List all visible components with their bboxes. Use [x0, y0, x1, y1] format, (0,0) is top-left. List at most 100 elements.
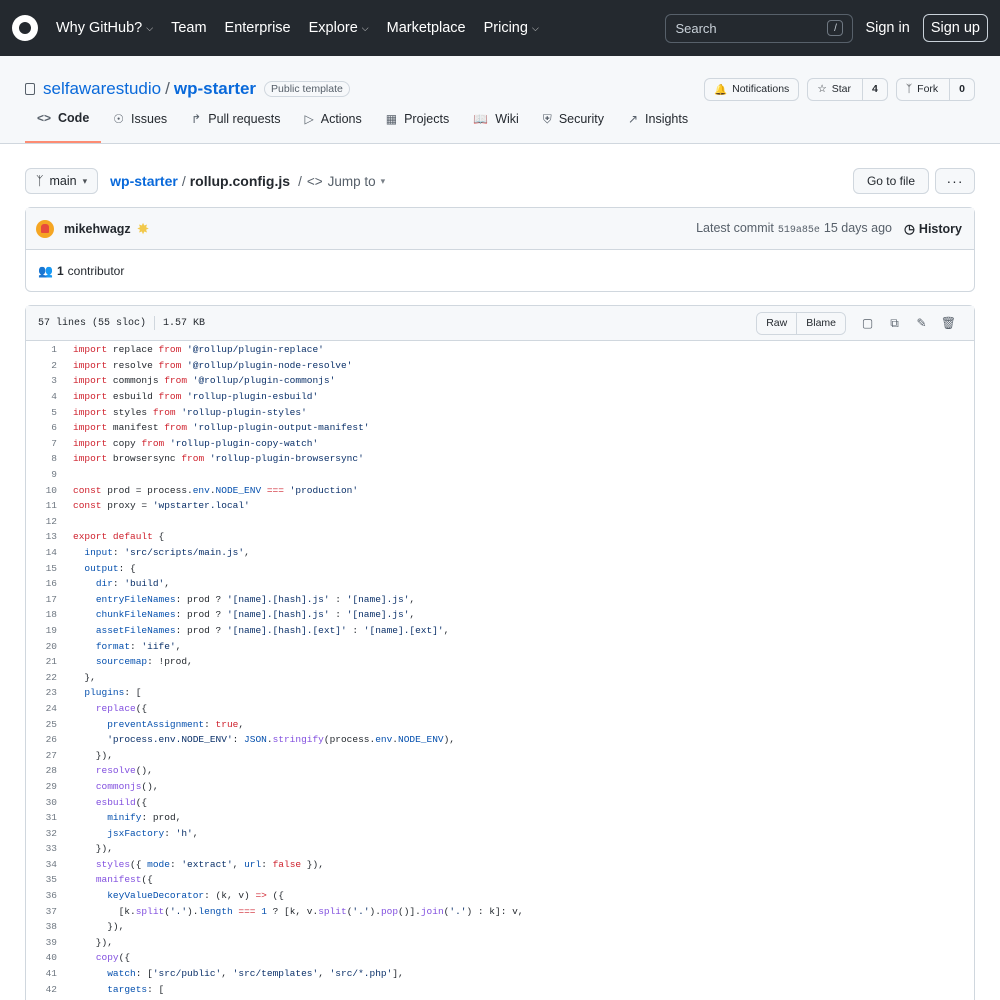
line-content: 'process.env.NODE_ENV': JSON.stringify(p… — [107, 734, 456, 746]
line-number[interactable]: 7 — [26, 438, 57, 449]
copy-icon[interactable]: ⧉ — [881, 316, 908, 331]
line-number[interactable]: 27 — [26, 750, 57, 761]
repo-owner-link[interactable]: selfawarestudio — [43, 79, 161, 99]
nav-marketplace[interactable]: Marketplace — [387, 20, 466, 36]
tab-projects[interactable]: ▦ Projects — [374, 107, 462, 143]
nav-team[interactable]: Team — [171, 20, 206, 36]
line-content: plugins: [ — [84, 687, 142, 699]
fork-button[interactable]: ᛉ Fork 0 — [895, 77, 975, 101]
tab-insights[interactable]: ↗ Insights — [616, 107, 700, 143]
line-number[interactable]: 21 — [26, 656, 57, 667]
tab-actions[interactable]: ▷ Actions — [293, 107, 374, 143]
line-number[interactable]: 4 — [26, 391, 57, 402]
line-number[interactable]: 30 — [26, 797, 57, 808]
line-number[interactable]: 38 — [26, 921, 57, 932]
history-link[interactable]: ◷ History — [904, 221, 962, 237]
more-options-button[interactable]: ··· — [935, 168, 975, 194]
line-number[interactable]: 29 — [26, 781, 57, 792]
line-number[interactable]: 15 — [26, 563, 57, 574]
line-content: }), — [73, 936, 113, 948]
line-number[interactable]: 12 — [26, 516, 57, 527]
code-line: 24 replace({ — [26, 701, 974, 717]
fork-count[interactable]: 0 — [949, 78, 974, 100]
search-input[interactable]: Search / — [665, 13, 854, 43]
code-line: 17 entryFileNames: prod ? '[name].[hash]… — [26, 592, 974, 608]
line-number[interactable]: 2 — [26, 360, 57, 371]
blame-button[interactable]: Blame — [796, 312, 845, 334]
code-line: 40 copy({ — [26, 950, 974, 966]
line-content: format: 'iife', — [95, 640, 182, 652]
jump-to-button[interactable]: / <> Jump to ▾ — [298, 174, 385, 189]
avatar[interactable] — [36, 219, 54, 238]
desktop-icon[interactable]: ▢ — [854, 316, 881, 330]
line-number[interactable]: 10 — [26, 485, 57, 496]
issue-circle-icon: ☉ — [113, 112, 125, 126]
raw-button[interactable]: Raw — [757, 312, 797, 334]
line-number[interactable]: 41 — [26, 968, 57, 979]
shield-icon: ⛨ — [542, 111, 552, 126]
line-number[interactable]: 16 — [26, 578, 57, 589]
line-number[interactable]: 17 — [26, 594, 57, 605]
commit-sha-link[interactable]: 519a85e — [778, 225, 820, 236]
line-number[interactable]: 23 — [26, 687, 57, 698]
star-button[interactable]: ☆ Star 4 — [807, 77, 888, 101]
line-number[interactable]: 19 — [26, 625, 57, 636]
line-number[interactable]: 40 — [26, 952, 57, 963]
commit-author-link[interactable]: mikehwagz — [64, 222, 131, 236]
nav-why-github[interactable]: Why GitHub? ⌵ — [56, 20, 153, 36]
notifications-button[interactable]: 🔔 Notifications — [704, 77, 800, 101]
tab-wiki[interactable]: 📖 Wiki — [461, 107, 531, 143]
github-logo-icon[interactable] — [12, 15, 38, 41]
pencil-icon[interactable]: ✎ — [908, 316, 935, 330]
tab-code[interactable]: <> Code — [25, 107, 102, 143]
line-content: const prod = process.env.NODE_ENV === 'p… — [73, 484, 359, 496]
line-number[interactable]: 39 — [26, 937, 57, 948]
code-line: 6 import manifest from 'rollup-plugin-out… — [26, 420, 974, 436]
line-number[interactable]: 33 — [26, 843, 57, 854]
code-line: 32 jsxFactory: 'h', — [26, 825, 974, 841]
line-number[interactable]: 5 — [26, 407, 57, 418]
nav-explore[interactable]: Explore ⌵ — [309, 20, 369, 36]
contributors-row[interactable]: 👥 1 contributor — [26, 250, 974, 291]
repo-name-link[interactable]: wp-starter — [174, 79, 256, 99]
line-number[interactable]: 3 — [26, 375, 57, 386]
line-number[interactable]: 37 — [26, 906, 57, 917]
line-number[interactable]: 9 — [26, 469, 57, 480]
line-number[interactable]: 24 — [26, 703, 57, 714]
branch-select-button[interactable]: ᛉ main ▾ — [25, 168, 99, 194]
nav-enterprise[interactable]: Enterprise — [225, 20, 291, 36]
line-number[interactable]: 8 — [26, 453, 57, 464]
line-content: watch: ['src/public', 'src/templates', '… — [107, 968, 404, 980]
line-number[interactable]: 1 — [26, 344, 57, 355]
line-number[interactable]: 42 — [26, 984, 57, 995]
tab-issues[interactable]: ☉ Issues — [101, 107, 179, 143]
line-number[interactable]: 25 — [26, 719, 57, 730]
line-content: const proxy = 'wpstarter.local' — [73, 500, 250, 512]
sign-up-button[interactable]: Sign up — [922, 14, 988, 42]
sign-in-link[interactable]: Sign in — [865, 20, 909, 36]
line-number[interactable]: 6 — [26, 422, 57, 433]
tab-pull-requests[interactable]: ↱ Pull requests — [179, 107, 292, 143]
line-number[interactable]: 13 — [26, 531, 57, 542]
line-number[interactable]: 28 — [26, 765, 57, 776]
go-to-file-button[interactable]: Go to file — [852, 168, 929, 194]
line-number[interactable]: 32 — [26, 828, 57, 839]
line-number[interactable]: 36 — [26, 890, 57, 901]
code-line: 23 plugins: [ — [26, 685, 974, 701]
line-number[interactable]: 18 — [26, 609, 57, 620]
line-number[interactable]: 22 — [26, 672, 57, 683]
line-number[interactable]: 34 — [26, 859, 57, 870]
line-number[interactable]: 35 — [26, 874, 57, 885]
code-line: 26 'process.env.NODE_ENV': JSON.stringif… — [26, 732, 974, 748]
line-content: targets: [ — [107, 983, 165, 995]
star-count[interactable]: 4 — [862, 78, 887, 100]
line-number[interactable]: 26 — [26, 734, 57, 745]
line-number[interactable]: 20 — [26, 641, 57, 652]
line-number[interactable]: 11 — [26, 500, 57, 511]
line-number[interactable]: 14 — [26, 547, 57, 558]
nav-pricing[interactable]: Pricing ⌵ — [484, 20, 539, 36]
line-number[interactable]: 31 — [26, 812, 57, 823]
tab-security[interactable]: ⛨ Security — [531, 107, 616, 143]
breadcrumb-repo-link[interactable]: wp-starter — [110, 173, 178, 189]
trash-icon[interactable]: 🗑 — [935, 316, 962, 330]
